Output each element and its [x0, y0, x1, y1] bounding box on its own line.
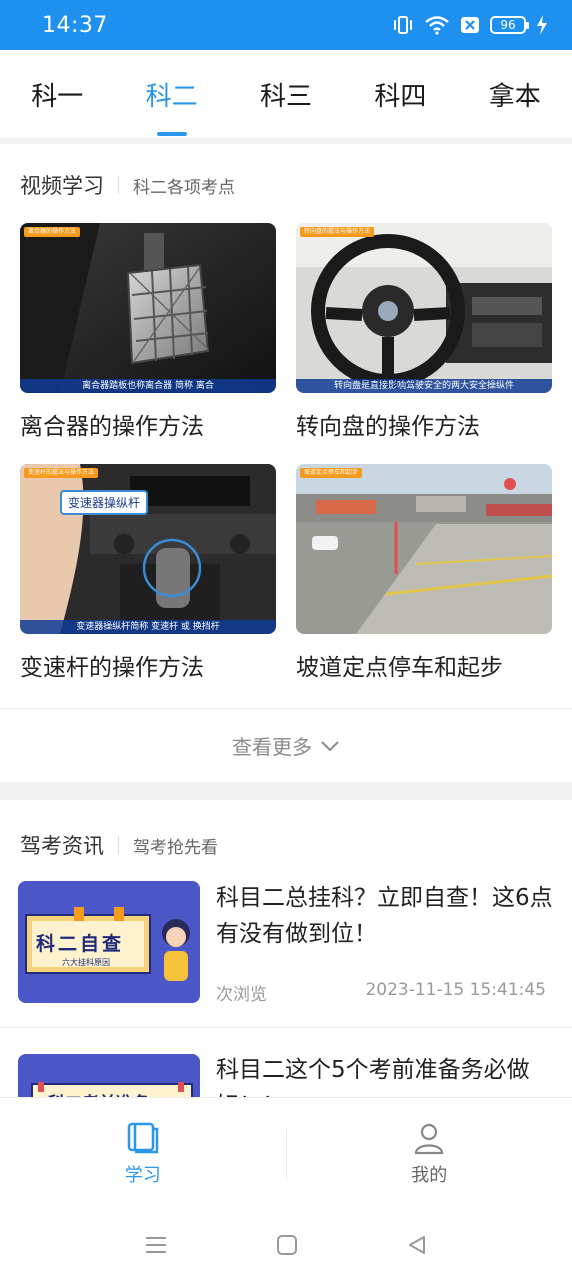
status-bar: 14:37 96	[0, 0, 572, 50]
video-thumbnail-gear-shift: 变速杆的握法与操作方法 变速器操纵杆 变速器操纵杆简称 变速杆 或 换挡杆	[20, 464, 276, 634]
video-thumbnail-steering: 转向盘的握法与操作方法 转向盘是直接影响驾驶安全的两大安全操纵件	[296, 223, 552, 393]
video-title: 离合器的操作方法	[20, 414, 204, 440]
charging-icon	[537, 15, 547, 35]
bottom-navigation: 学习 我的	[0, 1097, 572, 1209]
status-icons: 96	[392, 15, 548, 35]
news-item[interactable]: 科二自查 六大挂科原因 科目二总挂科？立即自查！这6点有没有做到位！ 次浏览 2…	[0, 880, 572, 1026]
clutch-pedal-image	[20, 223, 276, 393]
vibrate-icon	[394, 16, 412, 34]
tab-get-license[interactable]: 拿本	[481, 50, 549, 138]
news-thumb-headline: 科二自查	[36, 933, 125, 955]
video-title: 变速杆的操作方法	[20, 655, 204, 681]
battery-indicator: 96	[490, 16, 529, 34]
tab-subject-1[interactable]: 科一	[23, 50, 91, 138]
video-card-gear-shift[interactable]: 变速杆的握法与操作方法 变速器操纵杆 变速器操纵杆简称 变速杆 或 换挡杆 变速…	[20, 464, 276, 682]
gear-shift-image	[20, 464, 276, 634]
home-icon[interactable]	[276, 1234, 298, 1256]
nav-study[interactable]: 学习	[0, 1121, 286, 1187]
thumbnail-tag: 离合器的操作方法	[24, 227, 81, 237]
video-learning-section: 视频学习 科二各项考点 离合器的操作方法 离合器踏板也称离合器 简称 离合 离合…	[0, 144, 572, 782]
wifi-icon	[425, 16, 449, 35]
video-card-steering[interactable]: 转向盘的握法与操作方法 转向盘是直接影响驾驶安全的两大安全操纵件 转向盘的操作方…	[296, 223, 552, 441]
thumbnail-tag: 坡道定点停车和起步	[300, 468, 363, 478]
news-section-header: 驾考资讯 驾考抢先看	[20, 830, 218, 860]
news-section-title: 驾考资讯	[20, 834, 104, 858]
sim-disabled-icon	[461, 17, 479, 33]
driving-test-ground-image	[296, 464, 552, 634]
book-icon	[127, 1122, 158, 1153]
video-title: 转向盘的操作方法	[296, 414, 480, 440]
news-divider	[0, 1027, 572, 1028]
tab-subject-4[interactable]: 科四	[366, 50, 434, 138]
video-title: 坡道定点停车和起步	[296, 655, 503, 681]
user-icon	[415, 1123, 444, 1154]
video-card-slope-parking[interactable]: 坡道定点停车和起步 坡道定点停车和起步	[296, 464, 552, 682]
thumbnail-tag: 变速杆的握法与操作方法	[24, 468, 99, 478]
header-separator	[118, 176, 119, 194]
subject-tabs: 科一 科二 科三 科四 拿本	[0, 50, 572, 138]
gear-shift-overlay-label: 变速器操纵杆	[60, 490, 149, 515]
thumbnail-tag: 转向盘的握法与操作方法	[300, 227, 375, 237]
tab-subject-2[interactable]: 科二	[138, 50, 206, 138]
video-section-subtitle: 科二各项考点	[133, 177, 235, 198]
nav-profile-label: 我的	[411, 1164, 448, 1186]
tab-subject-3[interactable]: 科三	[252, 50, 320, 138]
app-screen: 14:37 96 科一 科二 科三 科四 拿本 视频学习 科二各项考点 离合器的…	[0, 0, 572, 1280]
thumbnail-caption: 转向盘是直接影响驾驶安全的两大安全操纵件	[296, 379, 552, 393]
news-date: 2023-11-15 15:41:45	[365, 980, 546, 1000]
back-icon[interactable]	[406, 1234, 428, 1256]
thumbnail-caption: 变速器操纵杆简称 变速杆 或 换挡杆	[20, 620, 276, 634]
view-more-button[interactable]: 查看更多	[0, 708, 572, 782]
exam-news-section: 驾考资讯 驾考抢先看 科二自查 六大挂科原因 科目二总挂科？立即自查！这6点有没…	[0, 800, 572, 1176]
news-view-count: 次浏览	[216, 985, 267, 1005]
menu-icon[interactable]	[144, 1234, 168, 1256]
news-thumb-subline: 六大挂科原因	[62, 958, 110, 967]
news-title: 科目二总挂科？立即自查！这6点有没有做到位！	[216, 885, 553, 947]
thumbnail-caption: 离合器踏板也称离合器 简称 离合	[20, 379, 276, 393]
steering-wheel-image	[296, 223, 552, 393]
chevron-down-icon	[321, 740, 339, 751]
video-card-clutch[interactable]: 离合器的操作方法 离合器踏板也称离合器 简称 离合 离合器的操作方法	[20, 223, 276, 441]
status-time: 14:37	[42, 12, 108, 38]
video-thumbnail-clutch: 离合器的操作方法 离合器踏板也称离合器 简称 离合	[20, 223, 276, 393]
header-separator	[118, 836, 119, 854]
video-section-title: 视频学习	[20, 174, 104, 198]
video-thumbnail-slope-parking: 坡道定点停车和起步	[296, 464, 552, 634]
news-section-subtitle: 驾考抢先看	[133, 837, 218, 858]
news-thumbnail: 科二自查 六大挂科原因	[18, 881, 200, 1003]
nav-study-label: 学习	[124, 1164, 161, 1186]
video-section-header: 视频学习 科二各项考点	[20, 170, 235, 200]
nav-profile[interactable]: 我的	[287, 1121, 572, 1187]
view-more-label: 查看更多	[232, 735, 312, 759]
system-navigation-bar	[0, 1209, 572, 1280]
